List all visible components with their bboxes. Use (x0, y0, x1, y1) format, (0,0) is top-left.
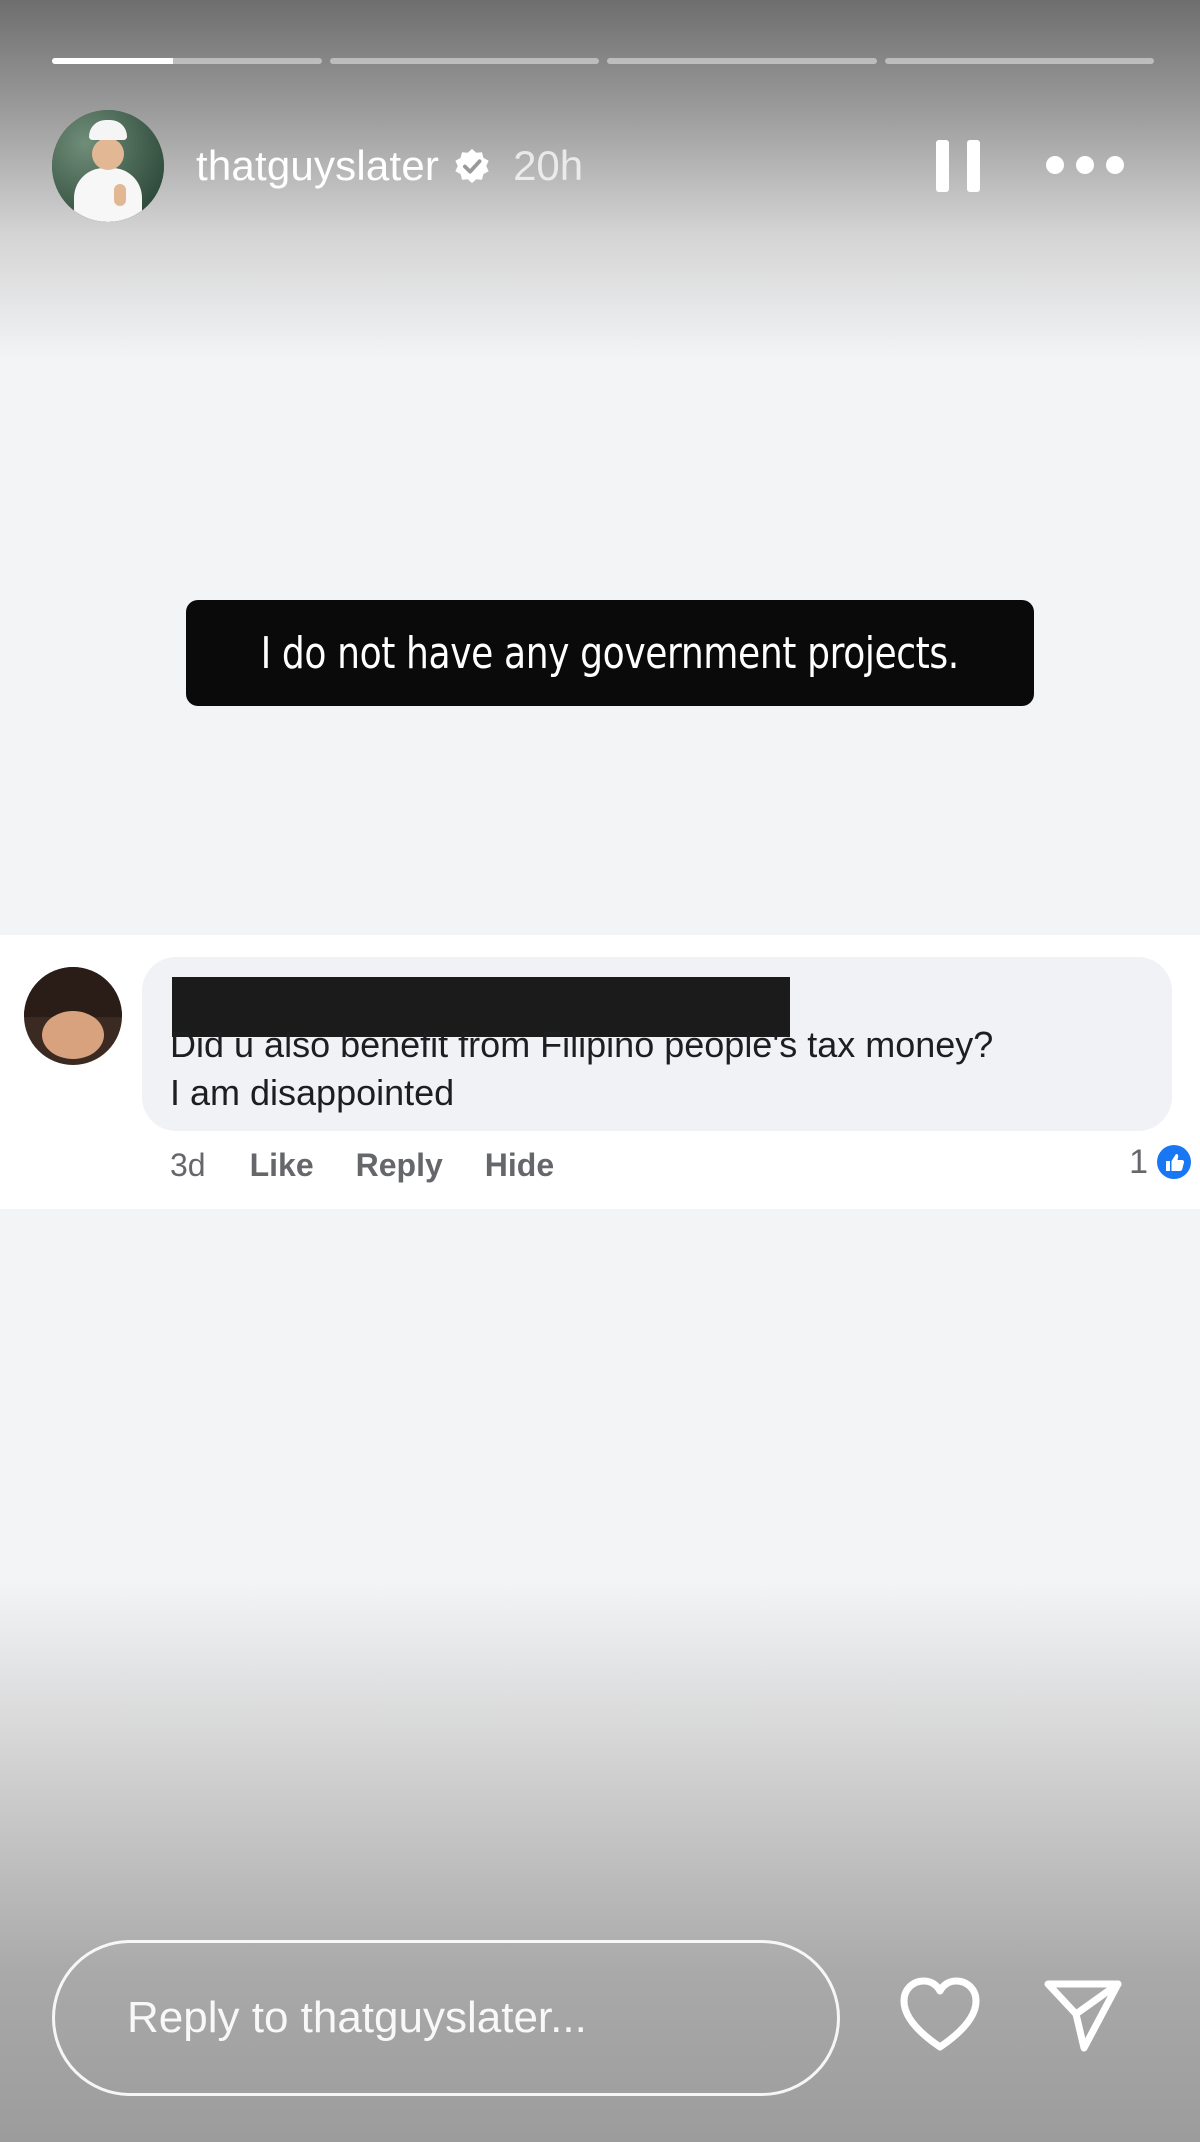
username[interactable]: thatguyslater (196, 142, 439, 190)
story-progress-segment (329, 58, 599, 64)
comment-reply-action: Reply (355, 1147, 443, 1183)
verified-badge-icon (455, 148, 489, 184)
reply-input[interactable] (127, 1993, 807, 2043)
comment-text-line: I am disappointed (170, 1072, 455, 1113)
comment-like-action: Like (249, 1147, 314, 1183)
story-header: thatguyslater 20h (52, 108, 1154, 224)
profile-avatar[interactable] (52, 110, 164, 222)
story-caption: I do not have any government projects. (186, 600, 1034, 706)
story-timestamp: 20h (513, 142, 584, 189)
comment-text-line: Did u also benefit from Filipino people'… (170, 1024, 994, 1065)
story-viewer[interactable]: thatguyslater 20h I do not have any gove… (0, 0, 1200, 2142)
like-thumb-icon (1155, 1143, 1193, 1181)
send-icon[interactable] (1040, 1972, 1124, 2056)
comment-screenshot: Did u also benefit from Filipino people'… (0, 935, 1200, 1209)
reaction-count-value: 1 (1129, 1142, 1148, 1181)
pause-icon[interactable] (936, 140, 980, 192)
heart-icon[interactable] (896, 1974, 984, 2054)
comment-actions: 3d Like Reply Hide (170, 1147, 596, 1184)
commenter-avatar (24, 967, 122, 1065)
more-options-icon[interactable] (1046, 150, 1124, 180)
story-progress-segment (52, 58, 322, 64)
story-progress-bar (52, 58, 1154, 64)
story-progress-fill (52, 58, 174, 64)
story-progress-segment (884, 58, 1154, 64)
reply-field[interactable] (52, 1940, 840, 2096)
comment-text: Did u also benefit from Filipino people'… (170, 1021, 1160, 1117)
reaction-count: 1 (1129, 1142, 1194, 1182)
story-progress-segment (607, 58, 877, 64)
comment-age: 3d (170, 1147, 206, 1183)
caption-text: I do not have any government projects. (260, 627, 960, 679)
comment-hide-action: Hide (484, 1147, 555, 1183)
